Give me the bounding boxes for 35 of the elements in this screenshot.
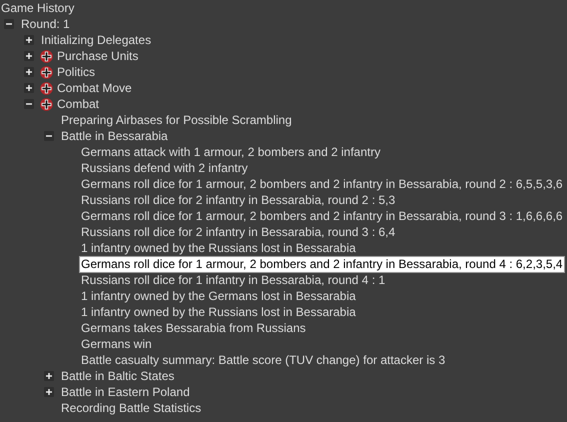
tree-item[interactable]: 1 infantry owned by the Russians lost in Bessarabia: [80, 240, 357, 256]
collapse-toggle[interactable]: [44, 131, 54, 141]
expand-toggle[interactable]: [24, 51, 34, 61]
tree-item[interactable]: Preparing Airbases for Possible Scrambling: [60, 112, 293, 128]
tree-item[interactable]: Germans roll dice for 1 armour, 2 bombers and 2 infantry in Bessarabia, round 4 : 6,2,3,5,4: [80, 256, 564, 272]
tree-title: Game History: [0, 0, 76, 16]
expand-toggle[interactable]: [44, 371, 54, 381]
tree-item[interactable]: Russians roll dice for 1 infantry in Bessarabia, round 4 : 1: [80, 272, 386, 288]
tree-item[interactable]: Initializing Delegates: [40, 32, 152, 48]
tree-item[interactable]: Germans win: [80, 336, 153, 352]
collapse-toggle[interactable]: [24, 99, 34, 109]
collapse-toggle[interactable]: [4, 19, 14, 29]
tree-item[interactable]: 1 infantry owned by the Germans lost in Bessarabia: [80, 288, 357, 304]
expand-toggle[interactable]: [44, 387, 54, 397]
tree-item[interactable]: Battle in Baltic States: [60, 368, 176, 384]
tree-item[interactable]: Politics: [56, 64, 96, 80]
tree-item[interactable]: Germans roll dice for 1 armour, 2 bombers and 2 infantry in Bessarabia, round 3 : 1,6,6,6,6: [80, 208, 564, 224]
expand-toggle[interactable]: [24, 83, 34, 93]
tree-item[interactable]: Russians roll dice for 2 infantry in Bessarabia, round 3 : 6,4: [80, 224, 396, 240]
tree-item[interactable]: Germans roll dice for 1 armour, 2 bombers and 2 infantry in Bessarabia, round 2 : 6,5,5,3,6: [80, 176, 564, 192]
tree-item[interactable]: Battle casualty summary: Battle score (TUV change) for attacker is 3: [80, 352, 446, 368]
tree-item[interactable]: Combat: [56, 96, 100, 112]
tree-item[interactable]: Combat Move: [56, 80, 133, 96]
tree-item[interactable]: Germans takes Bessarabia from Russians: [80, 320, 307, 336]
tree-item[interactable]: Battle in Eastern Poland: [60, 384, 191, 400]
expand-toggle[interactable]: [24, 67, 34, 77]
tree-item[interactable]: Round: 1: [20, 16, 71, 32]
tree-item[interactable]: Recording Battle Statistics: [60, 400, 202, 416]
expand-toggle[interactable]: [24, 35, 34, 45]
tree-item[interactable]: Battle in Bessarabia: [60, 128, 169, 144]
tree-item[interactable]: Russians roll dice for 2 infantry in Bessarabia, round 2 : 5,3: [80, 192, 396, 208]
tree-item[interactable]: Russians defend with 2 infantry: [80, 160, 249, 176]
tree-item[interactable]: Purchase Units: [56, 48, 140, 64]
tree-item[interactable]: 1 infantry owned by the Russians lost in Bessarabia: [80, 304, 357, 320]
tree-item[interactable]: Germans attack with 1 armour, 2 bombers and 2 infantry: [80, 144, 382, 160]
